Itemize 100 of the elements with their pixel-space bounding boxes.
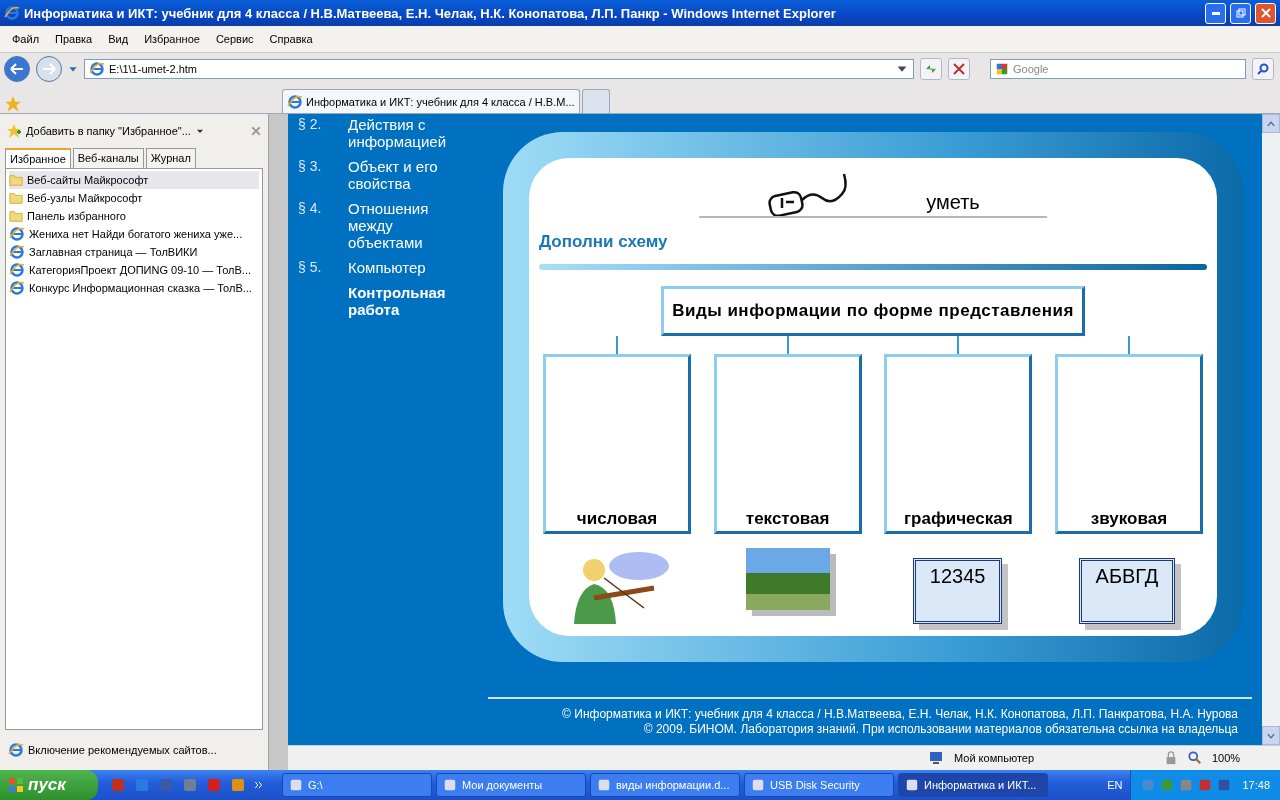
search-icon: [1257, 63, 1269, 75]
add-to-favorites-button[interactable]: Добавить в папку "Избранное"...: [26, 125, 191, 137]
diagram-node: числовая: [543, 354, 691, 534]
refresh-button[interactable]: [920, 58, 942, 80]
section-link[interactable]: Действия с информацией: [348, 116, 468, 150]
section-link[interactable]: Компьютер: [348, 259, 468, 276]
zoom-level[interactable]: 100%: [1212, 752, 1241, 764]
minimize-button[interactable]: [1205, 2, 1226, 24]
quick-launch-icon[interactable]: [158, 777, 174, 793]
favorite-item[interactable]: Конкурс Информационная сказка — ТолВ...: [9, 279, 259, 297]
quick-launch-icon[interactable]: [206, 777, 222, 793]
taskbar-button[interactable]: G:\: [282, 773, 432, 797]
tray-icon[interactable]: [1198, 778, 1213, 792]
add-favorite-star-icon: [6, 123, 22, 139]
window-icon: [597, 778, 611, 792]
folder-icon: [9, 209, 23, 223]
window-icon: [751, 778, 765, 792]
menu-item[interactable]: Избранное: [136, 31, 208, 47]
back-button[interactable]: [4, 56, 30, 82]
forward-button[interactable]: [36, 56, 62, 82]
menu-item[interactable]: Справка: [261, 31, 321, 47]
restore-button[interactable]: [1230, 2, 1251, 24]
connector-line: [957, 336, 960, 354]
favorite-item[interactable]: КатегорияПроект ДОПИNG 09-10 — ТолВ...: [9, 261, 259, 279]
language-indicator[interactable]: EN: [1099, 779, 1131, 791]
stop-button[interactable]: [948, 58, 970, 80]
panel-tab[interactable]: Веб-каналы: [72, 148, 144, 168]
back-arrow-icon: [10, 63, 24, 75]
close-icon: [1260, 8, 1271, 18]
favorite-item[interactable]: Панель избранного: [9, 207, 259, 225]
page-icon: [9, 226, 25, 242]
forward-arrow-icon: [42, 63, 56, 75]
menu-item[interactable]: Вид: [100, 31, 137, 47]
favorite-item[interactable]: Жениха нет Найди богатого жениха уже...: [9, 225, 259, 243]
connector-line: [786, 336, 789, 354]
task-heading: Дополни схему: [539, 232, 668, 252]
close-icon[interactable]: [250, 125, 262, 137]
section-link[interactable]: Отношения между объектами: [348, 200, 468, 251]
favorite-item[interactable]: Заглавная страница — ТолВИКИ: [9, 243, 259, 261]
window-icon: [289, 778, 303, 792]
section-number: § 2.: [298, 116, 323, 134]
panel-tab[interactable]: Избранное: [5, 148, 71, 168]
search-field[interactable]: Google: [990, 59, 1246, 79]
minimize-icon: [1211, 11, 1220, 15]
taskbar-button[interactable]: виды информации.d...: [590, 773, 740, 797]
diagram-node: звуковая: [1054, 354, 1203, 534]
security-zone: Мой компьютер: [954, 752, 1036, 764]
taskbar-button[interactable]: Мои документы: [436, 773, 586, 797]
folder-icon: [9, 173, 23, 187]
window-icon: [443, 778, 457, 792]
window-title: Информатика и ИКТ: учебник для 4 класса / Н.В.Матвеева, Е.Н. Челак, Н.К. Конопатова, Л.П. Панкр - Windows Internet Explorer: [24, 5, 837, 21]
tray-icon[interactable]: [1217, 778, 1232, 792]
menu-item[interactable]: Файл: [4, 31, 48, 47]
app-icon: [4, 5, 20, 21]
quick-launch-icon[interactable]: [134, 777, 150, 793]
star-icon: [4, 95, 22, 113]
address-field[interactable]: E:\1\1-umet-2.htm: [84, 59, 914, 79]
page-icon: [9, 262, 25, 278]
test-link[interactable]: Контрольная работа: [348, 284, 468, 318]
panel-tab[interactable]: Журнал: [145, 148, 196, 168]
restore-icon: [1235, 8, 1246, 18]
copyright-text: © 2009. БИНОМ. Лаборатория знаний. При использовании материалов обязательна ссылка на владельца: [642, 722, 1239, 737]
computer-icon: [928, 750, 944, 766]
windows-logo-icon: [8, 777, 24, 793]
lock-icon[interactable]: [1164, 751, 1178, 765]
menu-item[interactable]: Правка: [47, 31, 101, 47]
copyright-text: © Информатика и ИКТ: учебник для 4 класса / Н.В.Матвеева, Е.Н. Челак, Н.К. Конопатова, Л.П. Панкратова, Н.А. Нурова: [561, 707, 1239, 722]
ie-icon: [287, 93, 303, 110]
connector-line: [1127, 336, 1130, 354]
chevron-icon[interactable]: [254, 780, 264, 790]
search-button[interactable]: [1252, 58, 1274, 80]
taskbar-button[interactable]: USB Disk Security: [744, 773, 894, 797]
stop-icon: [953, 63, 965, 75]
window-icon: [905, 778, 919, 792]
section-number: § 3.: [298, 158, 323, 176]
scrollbar[interactable]: [1262, 114, 1280, 745]
browser-tab[interactable]: Информатика и ИКТ: учебник для 4 класса / Н.В.М...: [282, 89, 580, 113]
dropdown-caret-icon: [68, 64, 78, 74]
quick-launch-icon[interactable]: [182, 777, 198, 793]
favorite-item[interactable]: Веб-сайты Майкрософт: [9, 171, 259, 189]
new-tab-button[interactable]: [581, 89, 610, 113]
section-number: § 5.: [298, 259, 323, 276]
quick-launch-icon[interactable]: [110, 777, 126, 793]
page-icon: [9, 244, 25, 260]
ie-icon: [89, 61, 105, 77]
google-logo-icon: [995, 62, 1009, 76]
clock: 17:48: [1242, 779, 1270, 791]
suggested-sites-link[interactable]: Включение рекомендуемых сайтов...: [28, 744, 217, 756]
quick-launch-icon[interactable]: [230, 777, 246, 793]
banner-title: уметь: [926, 191, 980, 214]
diagram-root-node: Виды информации по форме представления: [661, 286, 1085, 336]
folder-icon: [9, 191, 23, 205]
close-button[interactable]: [1255, 2, 1276, 24]
diagram-node: текстовая: [713, 354, 862, 534]
favorite-item[interactable]: Веб-узлы Майкрософт: [9, 189, 259, 207]
zoom-icon[interactable]: [1188, 751, 1202, 765]
diagram-node: графическая: [884, 354, 1033, 534]
taskbar-button[interactable]: Информатика и ИКТ...: [898, 773, 1048, 797]
section-link[interactable]: Объект и его свойства: [348, 158, 468, 192]
menu-item[interactable]: Сервис: [207, 31, 262, 47]
